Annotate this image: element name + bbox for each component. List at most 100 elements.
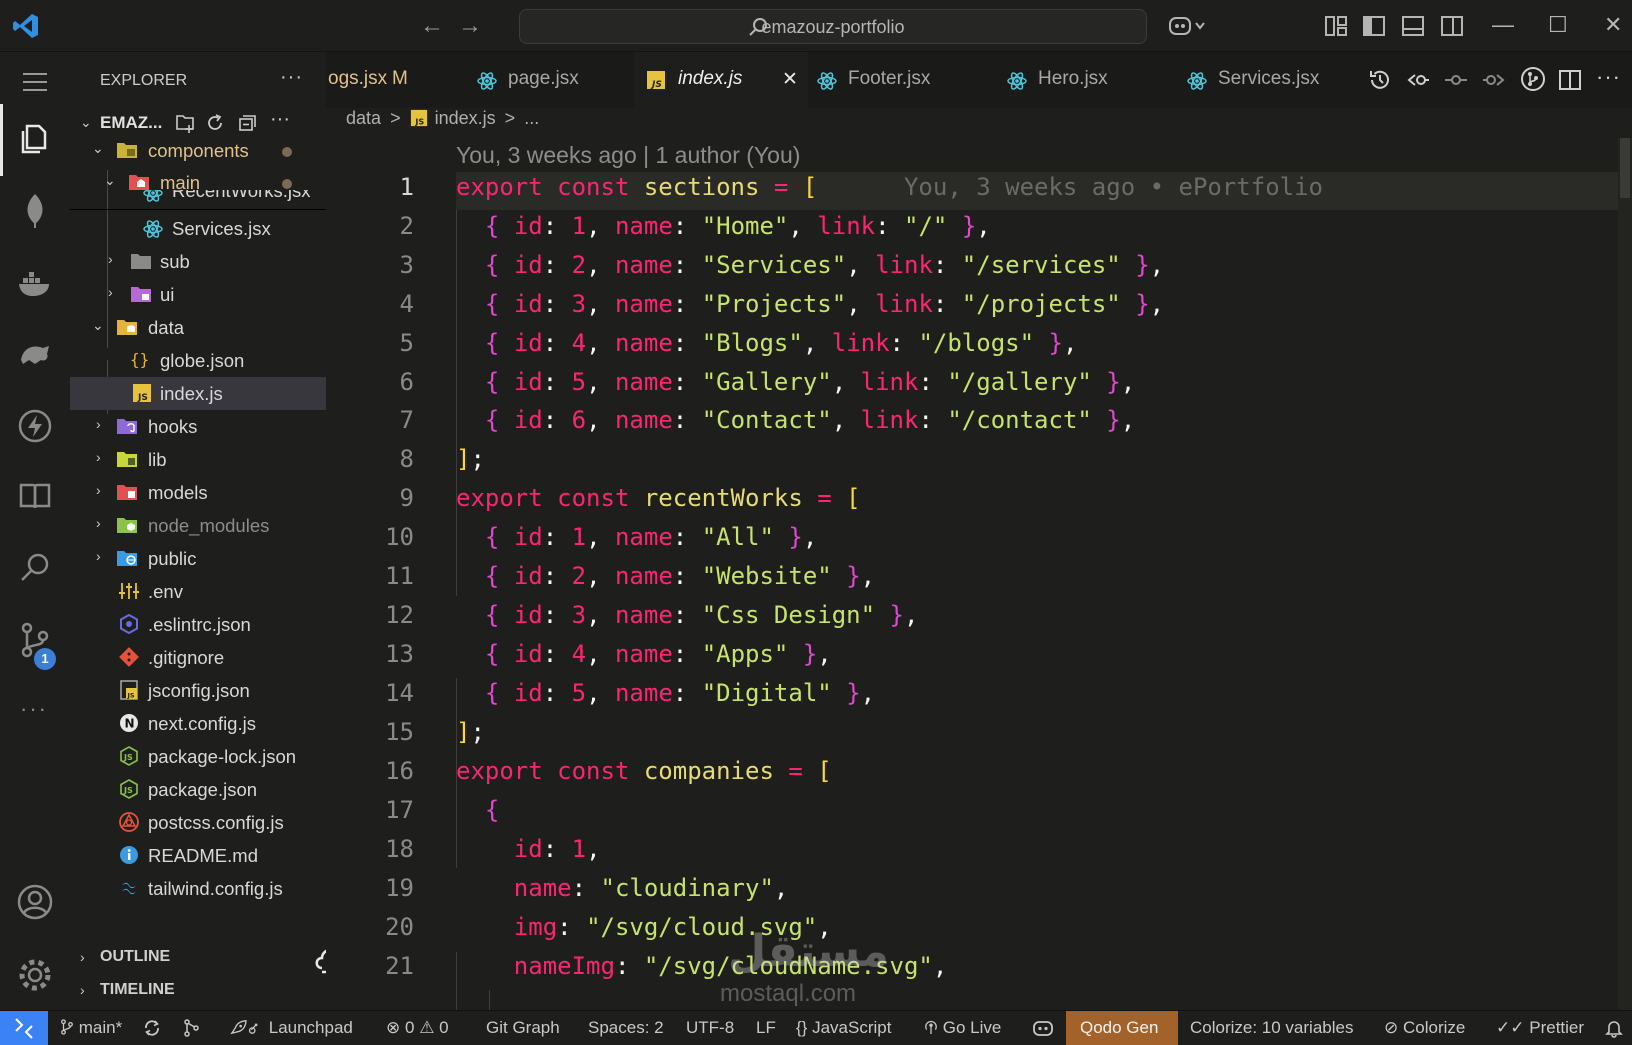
root-more-icon[interactable]: ··· bbox=[270, 108, 290, 131]
tree-folder-data[interactable]: ⌄ data bbox=[70, 311, 326, 344]
customize-layout-icon[interactable] bbox=[1324, 14, 1348, 38]
thunder-client-icon[interactable] bbox=[15, 406, 55, 446]
encoding-selector[interactable]: UTF-8 bbox=[686, 1018, 734, 1038]
settings-gear-icon[interactable] bbox=[15, 955, 55, 995]
explorer-more-icon[interactable]: ··· bbox=[280, 66, 303, 89]
prettier-button[interactable]: ✓✓ Prettier bbox=[1496, 1018, 1584, 1038]
tree-folder-hooks[interactable]: › hooks bbox=[70, 410, 326, 443]
commit-dot-icon[interactable] bbox=[1444, 68, 1468, 92]
open-changes-next-icon[interactable] bbox=[1482, 68, 1506, 92]
editor-scrollbar[interactable] bbox=[1618, 138, 1632, 1010]
tab-index-js[interactable]: JS index.js ✕ bbox=[634, 52, 808, 108]
toggle-secondary-sidebar-icon[interactable] bbox=[1440, 14, 1464, 38]
chevron-right-icon: › bbox=[96, 548, 101, 564]
tree-folder-sub[interactable]: › sub bbox=[70, 245, 326, 278]
breadcrumb-folder[interactable]: data bbox=[346, 108, 381, 128]
maximize-button[interactable]: ☐ bbox=[1548, 12, 1568, 38]
back-arrow-icon[interactable]: ← bbox=[420, 12, 444, 40]
collapse-all-icon[interactable] bbox=[236, 112, 258, 134]
new-file-icon[interactable] bbox=[174, 112, 196, 134]
tree-folder-components[interactable]: ⌄ components bbox=[70, 134, 326, 167]
gitkraken-icon[interactable] bbox=[15, 334, 55, 374]
code-line: { bbox=[484, 796, 500, 824]
tree-file-gitignore[interactable]: .gitignore bbox=[70, 641, 326, 674]
tree-file-postcss-config[interactable]: postcss.config.js bbox=[70, 806, 326, 839]
tab-services-jsx[interactable]: Services.jsx bbox=[1186, 52, 1346, 108]
git-graph-button[interactable]: Git Graph bbox=[486, 1018, 560, 1038]
tab-footer-jsx[interactable]: Footer.jsx bbox=[816, 52, 976, 108]
tree-file-recentworks[interactable]: RecentWorks.jsx bbox=[70, 190, 326, 210]
search-view-icon[interactable] bbox=[15, 548, 55, 588]
tree-folder-public[interactable]: › public bbox=[70, 542, 326, 575]
codelens-blame-header[interactable]: You, 3 weeks ago | 1 author (You) bbox=[456, 142, 800, 169]
refresh-icon[interactable] bbox=[204, 112, 226, 134]
tree-file-package-lock[interactable]: JS package-lock.json bbox=[70, 740, 326, 773]
outline-section[interactable]: › OUTLINE bbox=[70, 943, 326, 973]
code-line: export const companies = [ bbox=[456, 757, 832, 785]
tree-folder-models[interactable]: › models bbox=[70, 476, 326, 509]
chevron-right-icon: › bbox=[80, 949, 85, 965]
timeline-section[interactable]: › TIMELINE bbox=[70, 976, 326, 1006]
search-title: emazouz-portfolio bbox=[761, 17, 905, 37]
breadcrumb-file[interactable]: index.js bbox=[435, 108, 496, 128]
editor-more-icon[interactable]: ··· bbox=[1596, 64, 1621, 90]
tree-file-next-config[interactable]: N next.config.js bbox=[70, 707, 326, 740]
remote-indicator[interactable] bbox=[0, 1011, 48, 1045]
tree-file-globe-json[interactable]: {} globe.json bbox=[70, 344, 326, 377]
tab-blogs-jsx[interactable]: ogs.jsx M bbox=[326, 52, 450, 108]
explorer-icon[interactable] bbox=[15, 118, 55, 158]
qodo-gen-button[interactable]: Qodo Gen bbox=[1066, 1011, 1178, 1045]
forward-arrow-icon[interactable]: → bbox=[458, 12, 482, 40]
gitlens-icon[interactable] bbox=[1520, 66, 1546, 92]
book-icon[interactable] bbox=[15, 476, 55, 516]
line-number: 20 bbox=[385, 913, 414, 941]
sync-icon[interactable] bbox=[142, 1018, 162, 1038]
tree-file-jsconfig[interactable]: JS jsconfig.json bbox=[70, 674, 326, 707]
line-number: 16 bbox=[385, 757, 414, 785]
tab-hero-jsx[interactable]: Hero.jsx bbox=[1006, 52, 1146, 108]
tree-folder-ui[interactable]: › ui bbox=[70, 278, 326, 311]
git-graph-status-icon[interactable] bbox=[182, 1018, 202, 1038]
tree-folder-node-modules[interactable]: › node_modules bbox=[70, 509, 326, 542]
tree-file-env[interactable]: .env bbox=[70, 575, 326, 608]
mongodb-leaf-icon[interactable] bbox=[15, 190, 55, 230]
go-live-button[interactable]: Go Live bbox=[924, 1018, 1001, 1038]
breadcrumb-symbols[interactable]: ... bbox=[524, 108, 539, 128]
menu-icon[interactable] bbox=[15, 68, 55, 96]
command-center-search[interactable]: emazouz-portfolio bbox=[519, 9, 1147, 44]
copilot-icon[interactable] bbox=[1168, 14, 1208, 38]
split-editor-icon[interactable] bbox=[1558, 68, 1582, 92]
indentation-selector[interactable]: Spaces: 2 bbox=[588, 1018, 664, 1038]
docker-icon[interactable] bbox=[15, 262, 55, 302]
close-tab-icon[interactable]: ✕ bbox=[782, 68, 798, 91]
toggle-primary-sidebar-icon[interactable] bbox=[1362, 14, 1386, 38]
tree-file-readme[interactable]: README.md bbox=[70, 839, 326, 872]
close-window-button[interactable]: ✕ bbox=[1604, 12, 1622, 38]
copilot-status-icon[interactable] bbox=[1032, 1018, 1054, 1038]
minimize-button[interactable]: — bbox=[1492, 12, 1514, 38]
accounts-icon[interactable] bbox=[15, 882, 55, 922]
timeline-history-icon[interactable] bbox=[1368, 68, 1392, 92]
more-views-icon[interactable]: ··· bbox=[20, 696, 48, 722]
tree-file-index-js[interactable]: JS index.js bbox=[70, 377, 326, 410]
tab-page-jsx[interactable]: page.jsx bbox=[466, 52, 620, 108]
colorize-variables-indicator[interactable]: Colorize: 10 variables bbox=[1190, 1018, 1353, 1038]
breadcrumb-separator: > bbox=[390, 108, 401, 128]
tree-file-package-json[interactable]: JS package.json bbox=[70, 773, 326, 806]
eol-selector[interactable]: LF bbox=[756, 1018, 776, 1038]
chevron-right-icon: › bbox=[108, 284, 113, 300]
language-mode-selector[interactable]: {} JavaScript bbox=[796, 1018, 891, 1038]
tree-file-tailwind-config[interactable]: tailwind.config.js bbox=[70, 872, 326, 905]
problems-indicator[interactable]: ⊗ 0 ⚠ 0 bbox=[386, 1018, 449, 1038]
tree-file-eslintrc[interactable]: .eslintrc.json bbox=[70, 608, 326, 641]
tree-folder-lib[interactable]: › lib bbox=[70, 443, 326, 476]
code-line: { id: 3, name: "Projects", link: "/proje… bbox=[484, 290, 1165, 318]
notifications-bell-icon[interactable] bbox=[1604, 1018, 1624, 1038]
code-editor[interactable]: You, 3 weeks ago | 1 author (You) 123456… bbox=[326, 138, 1632, 1010]
colorize-button[interactable]: ⊘ Colorize bbox=[1384, 1018, 1465, 1038]
launchpad-button[interactable]: Launchpad bbox=[228, 1018, 353, 1038]
branch-indicator[interactable]: main* bbox=[60, 1018, 122, 1038]
open-changes-previous-icon[interactable] bbox=[1406, 68, 1430, 92]
tree-file-services[interactable]: Services.jsx bbox=[70, 212, 326, 245]
toggle-panel-icon[interactable] bbox=[1401, 14, 1425, 38]
